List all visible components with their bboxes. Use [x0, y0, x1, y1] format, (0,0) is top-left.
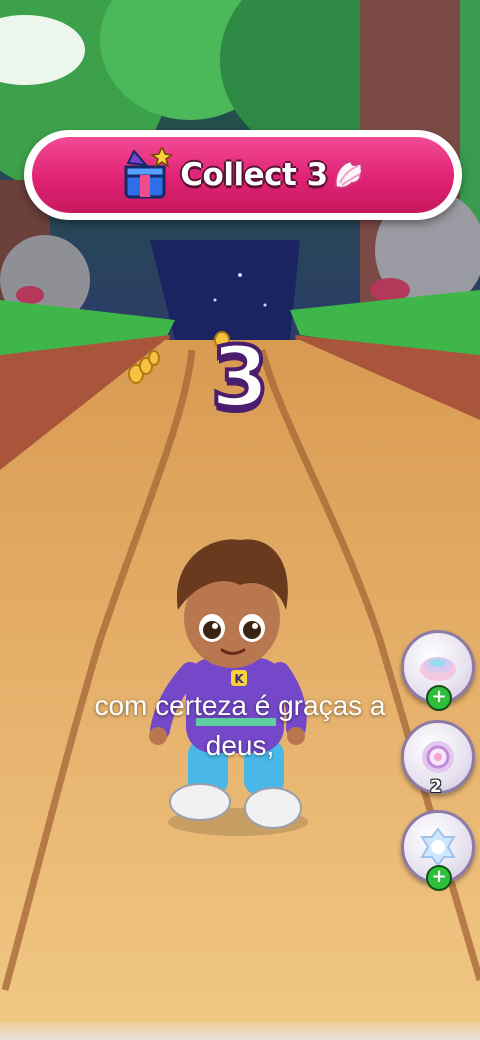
- coin-doubler-powerup-icon: [422, 741, 454, 773]
- video-subtitle: com certeza é graças a deus,: [40, 686, 440, 766]
- powerup-count: 2: [430, 777, 442, 797]
- shirt-letter: K: [234, 672, 244, 686]
- plus-badge[interactable]: +: [426, 865, 452, 891]
- magnet-powerup-icon: [420, 657, 456, 681]
- magnet-powerup-button[interactable]: +: [401, 630, 475, 711]
- shield-powerup-icon: [420, 827, 456, 867]
- coin-doubler-powerup-button[interactable]: 2: [401, 720, 475, 797]
- shield-powerup-button[interactable]: +: [401, 810, 475, 891]
- bottom-bar: [0, 1022, 480, 1040]
- plus-badge[interactable]: +: [426, 685, 452, 711]
- countdown-number: 3: [209, 328, 271, 426]
- mission-text: Collect 3: [180, 157, 328, 193]
- mushroom: [16, 286, 44, 304]
- subtitle-line-2: deus,: [205, 730, 275, 761]
- gift-box-icon: [124, 147, 173, 199]
- wing-icon: [334, 159, 364, 189]
- mission-banner: Collect 3: [24, 130, 462, 220]
- subtitle-line-1: com certeza é graças a: [94, 690, 386, 721]
